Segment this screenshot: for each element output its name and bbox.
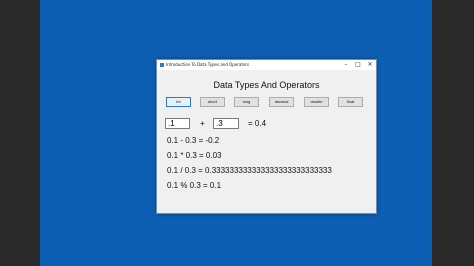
window-controls: – □ ✕ [340,60,376,70]
close-icon[interactable]: ✕ [364,60,376,70]
maximize-icon[interactable]: □ [352,60,364,70]
page-heading: Data Types And Operators [213,80,320,90]
modulus-result: 0.1 % 0.3 = 0.1 [167,181,222,190]
double-button[interactable]: double [304,97,329,107]
subtraction-result: 0.1 - 0.3 = -0.2 [167,136,220,145]
multiplication-result: 0.1 * 0.3 = 0.03 [167,151,222,160]
operand2-input[interactable]: .3 [213,118,239,129]
sum-result: = 0.4 [248,119,267,128]
app-window: Introduction To Data Types and Operators… [156,59,377,214]
window-title: Introduction To Data Types and Operators [166,62,250,67]
title-bar[interactable]: Introduction To Data Types and Operators… [157,60,376,70]
operand1-input[interactable]: .1 [165,118,190,129]
operator-label: + [200,119,205,128]
long-button[interactable]: long [234,97,259,107]
division-result: 0.1 / 0.3 = 0.33333333333333333333333333… [167,166,332,175]
float-button[interactable]: float [338,97,363,107]
short-button[interactable]: short [200,97,225,107]
decimal-button[interactable]: decimal [269,97,294,107]
int-button[interactable]: int [166,97,191,107]
minimize-icon[interactable]: – [340,60,352,70]
app-icon [160,63,164,67]
